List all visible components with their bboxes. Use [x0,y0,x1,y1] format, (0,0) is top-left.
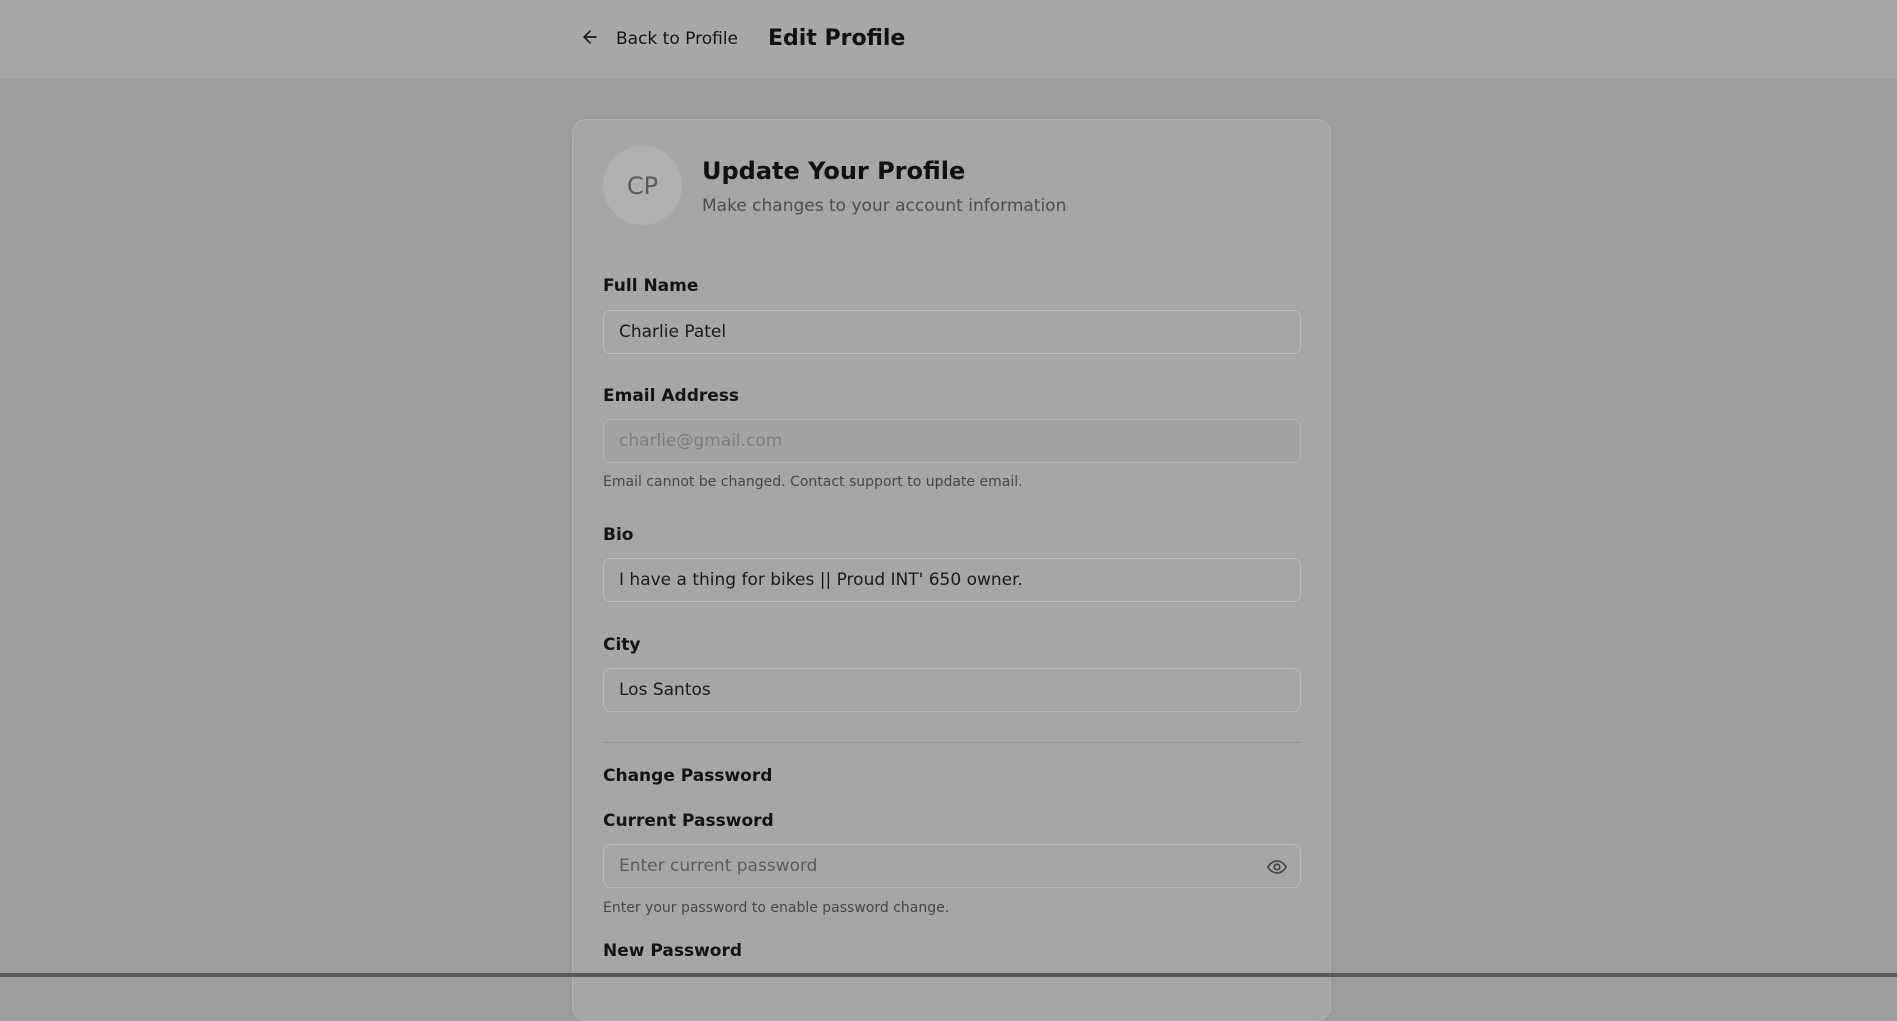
eye-icon[interactable] [1266,856,1288,878]
arrow-left-icon [580,27,600,51]
city-input[interactable]: Los Santos [603,668,1301,712]
current-password-label: Current Password [603,811,774,831]
new-password-label: New Password [603,941,743,961]
bio-input[interactable]: I have a thing for bikes || Proud INT' 6… [603,558,1301,602]
change-password-heading: Change Password [603,766,773,786]
current-password-input[interactable]: Enter current password [603,844,1301,888]
card-title: Update Your Profile [702,157,966,185]
full-name-input[interactable]: Charlie Patel [603,310,1301,354]
card-subtitle: Make changes to your account information [702,196,1067,216]
current-password-hint: Enter your password to enable password c… [603,900,950,916]
bottom-edge [0,973,1897,977]
back-to-profile-link[interactable]: Back to Profile [580,24,738,54]
email-label: Email Address [603,386,740,406]
section-divider [603,742,1301,743]
full-name-label: Full Name [603,276,699,296]
email-hint: Email cannot be changed. Contact support… [603,474,1023,490]
edit-profile-card: CP Update Your Profile Make changes to y… [572,119,1331,1021]
city-label: City [603,635,641,655]
email-input: charlie@gmail.com [603,419,1301,463]
current-password-placeholder: Enter current password [619,856,818,876]
avatar: CP [603,146,682,225]
bio-label: Bio [603,525,634,545]
top-bar: Back to Profile Edit Profile [0,0,1897,79]
back-link-label: Back to Profile [616,29,739,49]
page-title: Edit Profile [768,26,906,51]
